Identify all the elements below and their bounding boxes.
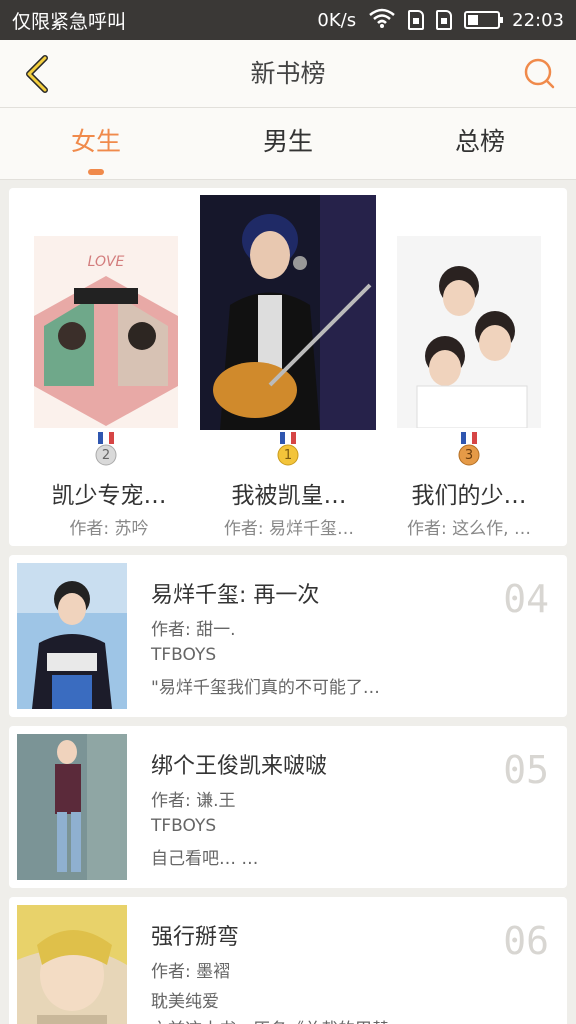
rank-number-1: 1 <box>283 448 293 463</box>
category-tabs: 女生 男生 总榜 <box>0 108 576 180</box>
net-speed: 0K/s <box>317 9 357 31</box>
top-three-card: LOVE 2 凯少专宠… 作者: 苏吟 1 我被凯皇… 作者: 易烊千玺… 3 … <box>9 188 567 546</box>
book-category: TFBOYS <box>151 645 217 665</box>
book-author: 作者: 谦.王 <box>151 791 236 811</box>
book-author-rank-3: 作者: 这么作, … <box>407 519 531 539</box>
book-category: TFBOYS <box>151 816 217 836</box>
rank-number: 04 <box>503 577 549 621</box>
book-thumbnail <box>17 734 127 880</box>
chevron-left-icon <box>26 55 48 93</box>
wifi-icon <box>368 7 396 34</box>
book-cover-rank-1[interactable] <box>200 195 376 430</box>
cover-image <box>200 195 376 430</box>
book-cover-rank-3[interactable] <box>397 236 541 428</box>
book-author-rank-1: 作者: 易烊千玺… <box>223 519 355 539</box>
tab-female[interactable]: 女生 <box>0 108 192 179</box>
battery-level <box>468 15 479 25</box>
book-title: 强行掰弯 <box>151 925 240 950</box>
book-author: 作者: 墨褶 <box>151 962 231 982</box>
book-title: 易烊千玺: 再一次 <box>151 583 320 608</box>
svg-text:LOVE: LOVE <box>88 254 125 270</box>
sim1-icon <box>408 10 425 30</box>
book-cover-rank-2[interactable]: LOVE <box>34 236 178 428</box>
book-title: 绑个王俊凯来啵啵 <box>151 754 328 779</box>
book-title-rank-3[interactable]: 我们的少… <box>379 476 559 510</box>
cover-image <box>397 236 541 428</box>
sim2-icon <box>436 10 453 30</box>
back-button[interactable] <box>14 52 58 96</box>
status-time: 22:03 <box>512 9 564 31</box>
status-bar: 仅限紧急呼叫 0K/s 22:03 <box>0 0 576 40</box>
battery-icon <box>464 11 504 29</box>
book-title-rank-1[interactable]: 我被凯皇… <box>199 476 379 510</box>
list-item[interactable]: 绑个王俊凯来啵啵 作者: 谦.王 TFBOYS 自己看吧… … 05 <box>9 726 567 888</box>
book-thumbnail <box>17 563 127 709</box>
book-author-rank-2: 作者: 苏吟 <box>69 519 149 539</box>
cover-image: LOVE <box>34 236 178 428</box>
book-thumbnail <box>17 905 127 1024</box>
list-item[interactable]: 强行掰弯 作者: 墨褶 耽美纯爱 之前这本书，原名《总裁的甲替 06 <box>9 897 567 1024</box>
tab-male[interactable]: 男生 <box>192 108 384 179</box>
search-button[interactable] <box>522 56 558 92</box>
rank-number: 05 <box>503 748 549 792</box>
header: 新书榜 <box>0 40 576 108</box>
book-description: "易烊千玺我们真的不可能了… <box>151 678 380 698</box>
search-icon <box>524 58 555 89</box>
book-author: 作者: 甜一. <box>151 620 236 640</box>
book-title-rank-2[interactable]: 凯少专宠… <box>19 476 199 510</box>
book-description: 之前这本书，原名《总裁的甲替 <box>151 1015 431 1024</box>
status-carrier-text: 仅限紧急呼叫 <box>12 10 127 33</box>
rank-number-3: 3 <box>464 448 474 463</box>
book-category: 耽美纯爱 <box>151 992 219 1012</box>
page-title: 新书榜 <box>250 59 326 88</box>
rank-number: 06 <box>503 919 549 963</box>
book-description: 自己看吧… … <box>151 849 259 869</box>
tab-overall[interactable]: 总榜 <box>384 108 576 179</box>
rank-number-2: 2 <box>101 448 111 463</box>
list-item[interactable]: 易烊千玺: 再一次 作者: 甜一. TFBOYS "易烊千玺我们真的不可能了… … <box>9 555 567 717</box>
status-icons: 0K/s 22:03 <box>317 7 564 34</box>
